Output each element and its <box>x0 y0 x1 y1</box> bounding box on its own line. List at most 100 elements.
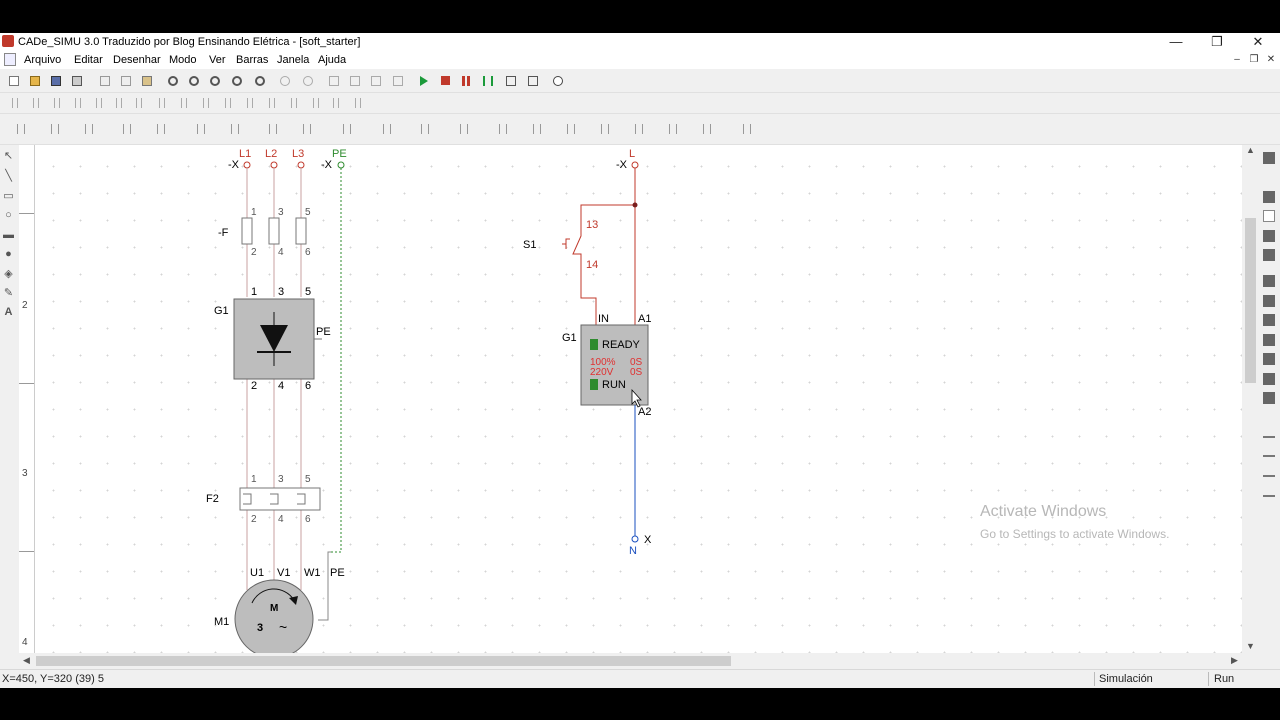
menu-janela[interactable]: Janela <box>277 54 309 66</box>
component-tool-icon[interactable] <box>349 94 367 112</box>
wiring-tool-icon[interactable] <box>378 120 396 138</box>
color-swatch[interactable] <box>1263 295 1275 307</box>
menu-barras[interactable]: Barras <box>236 54 268 66</box>
print-button[interactable] <box>68 72 86 90</box>
redo-icon[interactable] <box>299 72 317 90</box>
terminal-n[interactable] <box>631 535 639 543</box>
close-button[interactable]: ✕ <box>1238 33 1278 51</box>
horizontal-scroll-thumb[interactable] <box>36 656 731 666</box>
terminal-pe[interactable] <box>337 161 345 169</box>
color-swatch[interactable] <box>1263 191 1275 203</box>
component-tool-icon[interactable] <box>263 94 281 112</box>
component-tool-icon[interactable] <box>6 94 24 112</box>
fill-bucket-icon[interactable]: ◈ <box>2 267 15 281</box>
component-tool-icon[interactable] <box>90 94 108 112</box>
zoom-in-icon[interactable] <box>164 72 182 90</box>
wiring-tool-icon[interactable] <box>562 120 580 138</box>
copy-button[interactable] <box>117 72 135 90</box>
terminal-l3[interactable] <box>297 161 305 169</box>
color-swatch[interactable] <box>1263 230 1275 242</box>
scroll-left-icon[interactable]: ◀ <box>23 655 30 666</box>
fuse-2[interactable] <box>268 217 280 245</box>
component-tool-icon[interactable] <box>327 94 345 112</box>
rectangle-tool-icon[interactable]: ▭ <box>2 189 15 203</box>
vertical-scrollbar[interactable]: ▲ ▼ <box>1243 145 1258 653</box>
wiring-tool-icon[interactable] <box>416 120 434 138</box>
open-folder-button[interactable] <box>26 72 44 90</box>
param-voltage-value[interactable]: 220V <box>590 367 614 378</box>
wiring-tool-icon[interactable] <box>118 120 136 138</box>
comment-icon[interactable] <box>502 72 520 90</box>
wiring-tool-icon[interactable] <box>338 120 356 138</box>
minimize-button[interactable]: — <box>1156 33 1196 51</box>
zoom-all-icon[interactable] <box>228 72 246 90</box>
component-tool-icon[interactable] <box>285 94 303 112</box>
terminal-l1[interactable] <box>243 161 251 169</box>
restore-button[interactable]: ❐ <box>1197 33 1237 51</box>
scroll-up-icon[interactable]: ▲ <box>1246 145 1255 155</box>
rotate-left-icon[interactable] <box>325 72 343 90</box>
wiring-tool-icon[interactable] <box>192 120 210 138</box>
line-tool-icon[interactable]: ╲ <box>2 169 15 183</box>
color-swatch[interactable] <box>1263 334 1275 346</box>
menu-ver[interactable]: Ver <box>209 54 226 66</box>
color-swatch[interactable] <box>1263 373 1275 385</box>
component-tool-icon[interactable] <box>219 94 237 112</box>
wiring-tool-icon[interactable] <box>226 120 244 138</box>
mdi-restore-button[interactable]: ❐ <box>1247 53 1261 67</box>
component-tool-icon[interactable] <box>153 94 171 112</box>
component-tool-icon[interactable] <box>130 94 148 112</box>
horizontal-scrollbar[interactable]: ◀ ▶ <box>19 653 1243 668</box>
vertical-scroll-thumb[interactable] <box>1245 218 1256 383</box>
cut-button[interactable] <box>96 72 114 90</box>
wiring-tool-icon[interactable] <box>664 120 682 138</box>
zoom-out-icon[interactable] <box>185 72 203 90</box>
color-swatch[interactable] <box>1263 249 1275 261</box>
filled-rectangle-icon[interactable]: ▬ <box>2 228 15 242</box>
mdi-close-button[interactable]: ✕ <box>1264 53 1278 67</box>
fuse-1[interactable] <box>241 217 253 245</box>
color-swatch[interactable] <box>1263 152 1275 164</box>
simulate-pause-icon[interactable] <box>458 72 476 90</box>
simulate-play-icon[interactable] <box>416 72 434 90</box>
wiring-tool-icon[interactable] <box>46 120 64 138</box>
pen-tool-icon[interactable]: ✎ <box>2 286 15 300</box>
terminal-l2[interactable] <box>270 161 278 169</box>
simulate-step-icon[interactable] <box>479 72 497 90</box>
wiring-tool-icon[interactable] <box>630 120 648 138</box>
param-voltage-time[interactable]: 0S <box>630 367 643 378</box>
wiring-tool-icon[interactable] <box>494 120 512 138</box>
wiring-tool-icon[interactable] <box>80 120 98 138</box>
switch-contact[interactable] <box>572 222 582 260</box>
color-swatch[interactable] <box>1263 275 1275 287</box>
component-tool-icon[interactable] <box>175 94 193 112</box>
properties-icon[interactable] <box>524 72 542 90</box>
flip-icon[interactable] <box>389 72 407 90</box>
line-style-option[interactable] <box>1263 495 1275 497</box>
line-style-option[interactable] <box>1263 475 1275 477</box>
wiring-tool-icon[interactable] <box>528 120 546 138</box>
wiring-tool-icon[interactable] <box>596 120 614 138</box>
wiring-tool-icon[interactable] <box>698 120 716 138</box>
component-tool-icon[interactable] <box>110 94 128 112</box>
component-tool-icon[interactable] <box>241 94 259 112</box>
line-style-option[interactable] <box>1263 455 1275 457</box>
component-tool-icon[interactable] <box>307 94 325 112</box>
rotate-right-icon[interactable] <box>346 72 364 90</box>
paste-button[interactable] <box>138 72 156 90</box>
mirror-icon[interactable] <box>367 72 385 90</box>
help-icon[interactable] <box>549 72 567 90</box>
wiring-tool-icon[interactable] <box>738 120 756 138</box>
menu-modo[interactable]: Modo <box>169 54 197 66</box>
save-button[interactable] <box>47 72 65 90</box>
scroll-down-icon[interactable]: ▼ <box>1246 641 1255 651</box>
undo-icon[interactable] <box>276 72 294 90</box>
thermal-relay-block[interactable] <box>239 487 321 511</box>
terminal-l[interactable] <box>631 161 639 169</box>
component-tool-icon[interactable] <box>197 94 215 112</box>
zoom-window-icon[interactable] <box>206 72 224 90</box>
menu-desenhar[interactable]: Desenhar <box>113 54 161 66</box>
schematic-canvas[interactable]: L1 L2 L3 PE -X -X -F 1 3 5 2 4 6 G1 1 3 … <box>35 145 1242 655</box>
color-swatch[interactable] <box>1263 210 1275 222</box>
component-tool-icon[interactable] <box>69 94 87 112</box>
